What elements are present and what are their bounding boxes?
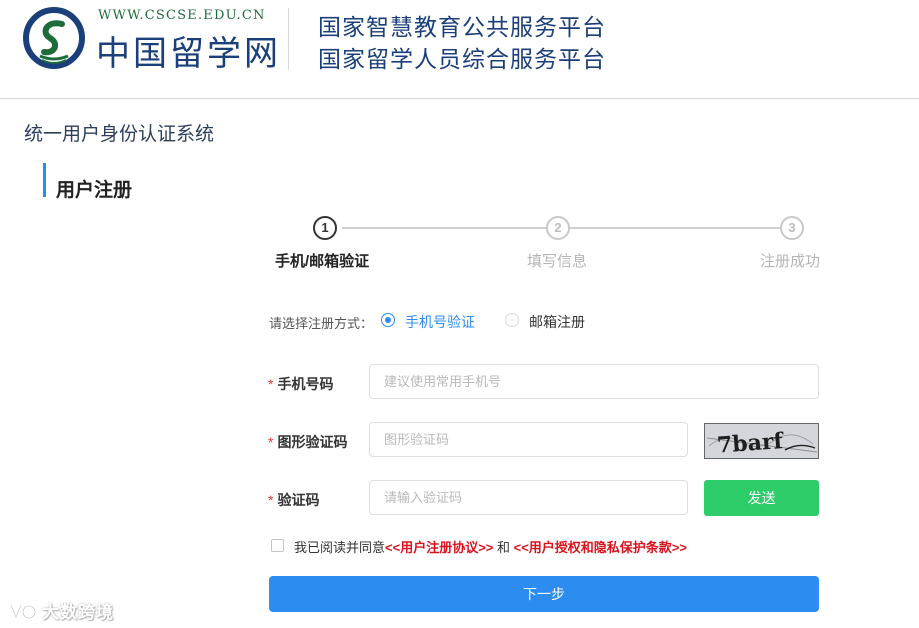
required-marker: *	[268, 376, 274, 392]
step-1-label: 手机/邮箱验证	[275, 253, 370, 270]
step-1-circle: 1	[313, 216, 337, 240]
email-register-radio-label[interactable]: 邮箱注册	[529, 312, 585, 332]
captcha-image[interactable]: 7barf	[704, 423, 819, 459]
phone-verify-radio-label[interactable]: 手机号验证	[405, 312, 475, 332]
site-header: WWW.CSCSE.EDU.CN 中国留学网 国家智慧教育公共服务平台 国家留学…	[0, 0, 919, 99]
required-marker: *	[268, 492, 274, 508]
watermark-logo-icon	[9, 604, 37, 620]
next-step-button[interactable]: 下一步	[269, 576, 819, 612]
system-title: 统一用户身份认证系统	[24, 124, 215, 145]
captcha-label-text: 图形验证码	[277, 434, 348, 450]
platform-name-line2: 国家留学人员综合服务平台	[318, 46, 606, 72]
code-label-text: 验证码	[277, 492, 320, 508]
agreement-text: 我已阅读并同意<<用户注册协议>> 和 <<用户授权和隐私保护条款>>	[294, 537, 687, 556]
registration-method-label: 请选择注册方式：	[269, 316, 374, 331]
watermark: 大数跨境	[8, 598, 114, 623]
step-3-label: 注册成功	[760, 253, 821, 270]
logo-chinese-text: 中国留学网	[96, 34, 281, 74]
step-connector-2	[570, 227, 780, 229]
email-register-radio[interactable]	[505, 313, 519, 327]
phone-field-label: * 手机号码	[268, 374, 333, 394]
phone-label-text: 手机号码	[277, 376, 334, 392]
required-marker: *	[268, 434, 274, 450]
cscse-logo-icon[interactable]	[22, 6, 86, 70]
logo-url-text: WWW.CSCSE.EDU.CN	[98, 8, 266, 23]
user-agreement-link[interactable]: <<用户注册协议>>	[385, 540, 493, 555]
header-divider	[288, 8, 289, 70]
captcha-field-label: * 图形验证码	[268, 432, 347, 452]
watermark-text: 大数跨境	[42, 603, 114, 622]
phone-input[interactable]	[369, 364, 819, 399]
section-accent-bar	[43, 163, 46, 197]
verification-code-input[interactable]	[369, 480, 688, 515]
page-title: 用户注册	[56, 180, 133, 201]
step-connector-1	[342, 227, 546, 229]
code-field-label: * 验证码	[268, 490, 319, 510]
phone-verify-radio[interactable]	[381, 313, 395, 327]
step-2-label: 填写信息	[527, 253, 588, 270]
platform-name-line1: 国家智慧教育公共服务平台	[318, 14, 606, 40]
captcha-text: 7barf	[716, 428, 785, 459]
captcha-input[interactable]	[369, 422, 688, 457]
captcha-graphic: 7barf	[705, 424, 818, 459]
privacy-policy-link[interactable]: <<用户授权和隐私保护条款>>	[514, 540, 687, 555]
agreement-prefix: 我已阅读并同意	[294, 540, 386, 555]
send-code-button[interactable]: 发送	[704, 480, 819, 516]
agreement-checkbox[interactable]	[271, 539, 284, 552]
step-3-circle: 3	[780, 216, 804, 240]
agreement-conjunction: 和	[493, 540, 514, 555]
step-2-circle: 2	[546, 216, 570, 240]
